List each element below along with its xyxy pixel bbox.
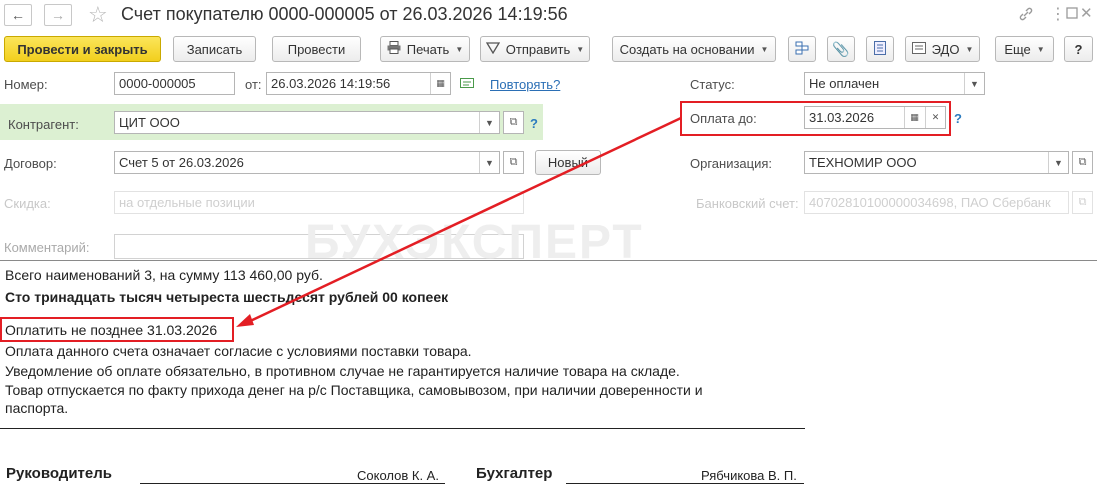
annotation-arrow [236, 116, 682, 327]
